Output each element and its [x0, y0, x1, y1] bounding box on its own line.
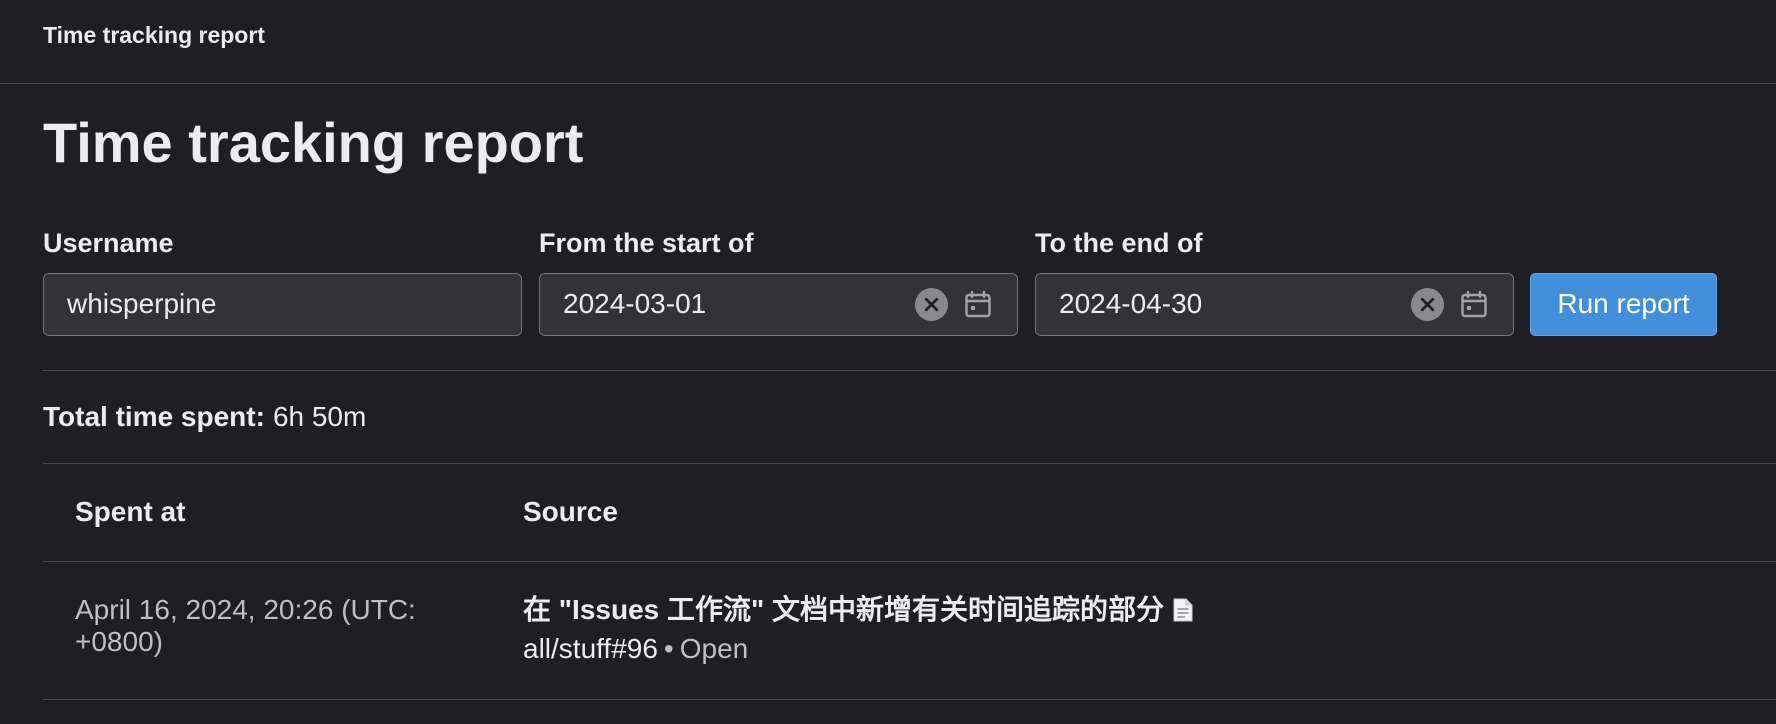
calendar-icon[interactable]	[1460, 289, 1490, 319]
username-value: whisperpine	[67, 288, 217, 320]
issue-reference-link[interactable]: all/stuff#96	[523, 633, 658, 664]
from-date-field: From the start of 2024-03-01	[539, 227, 1018, 336]
separator-dot: •	[663, 632, 674, 664]
from-date-value: 2024-03-01	[563, 288, 707, 320]
divider	[43, 698, 1776, 700]
source-cell: 在 "Issues 工作流" 文档中新增有关时间追踪的部分 all/stuff#…	[523, 594, 1733, 665]
issue-title[interactable]: 在 "Issues 工作流" 文档中新增有关时间追踪的部分	[523, 594, 1164, 626]
column-header-spent-at: Spent at	[75, 496, 186, 528]
to-date-field: To the end of 2024-04-30	[1035, 227, 1514, 336]
run-report-button[interactable]: Run report	[1530, 272, 1717, 336]
username-field: Username whisperpine	[43, 227, 522, 336]
username-label: Username	[43, 227, 174, 258]
top-bar: Time tracking report	[0, 0, 1776, 84]
calendar-icon[interactable]	[964, 289, 994, 319]
username-input[interactable]: whisperpine	[43, 272, 522, 336]
document-icon	[1172, 597, 1194, 623]
report-form: Username whisperpine From the start of 2…	[43, 227, 1733, 336]
total-time-label: Total time spent:	[43, 400, 265, 432]
to-date-input[interactable]: 2024-04-30	[1035, 272, 1514, 336]
spent-at-cell: April 16, 2024, 20:26 (UTC: +0800)	[43, 594, 523, 658]
table-header: Spent at Source	[43, 464, 1733, 561]
from-date-label: From the start of	[539, 227, 754, 258]
total-time-value: 6h 50m	[272, 400, 367, 432]
to-date-label: To the end of	[1035, 227, 1203, 258]
total-time-summary: Total time spent: 6h 50m	[43, 371, 1733, 463]
spent-at-value: April 16, 2024, 20:26 (UTC: +0800)	[75, 593, 416, 657]
main-content: Time tracking report Username whisperpin…	[0, 111, 1776, 700]
issue-meta: all/stuff#96 • Open	[523, 633, 1733, 665]
from-date-input[interactable]: 2024-03-01	[539, 272, 1018, 336]
column-header-source: Source	[523, 496, 618, 528]
clear-to-date-icon[interactable]	[1411, 287, 1444, 321]
to-date-value: 2024-04-30	[1059, 288, 1203, 320]
page-title: Time tracking report	[43, 111, 584, 174]
issue-state: Open	[679, 632, 749, 664]
clear-from-date-icon[interactable]	[915, 287, 948, 321]
table-row: April 16, 2024, 20:26 (UTC: +0800) 在 "Is…	[43, 562, 1733, 699]
breadcrumb[interactable]: Time tracking report	[43, 22, 265, 49]
issue-title-link[interactable]: 在 "Issues 工作流" 文档中新增有关时间追踪的部分	[523, 594, 1733, 626]
